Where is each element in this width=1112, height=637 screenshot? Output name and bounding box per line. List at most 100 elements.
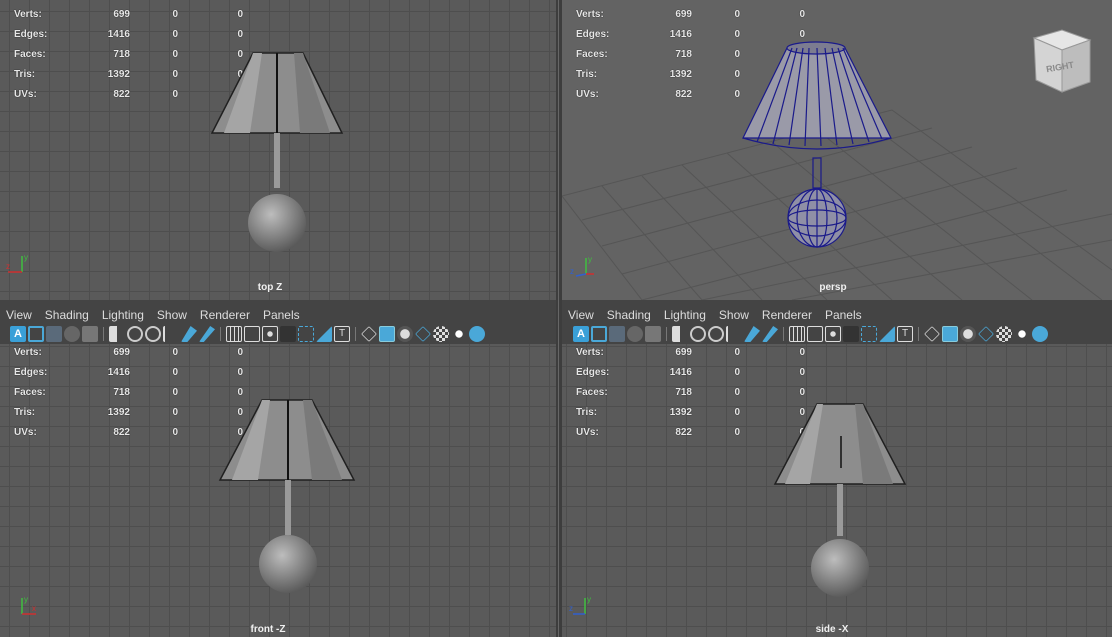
menu-lighting[interactable]: Lighting [102, 308, 144, 322]
svg-text:y: y [588, 255, 592, 264]
film-gate-icon[interactable] [672, 326, 688, 342]
menu-panels[interactable]: Panels [825, 308, 862, 322]
image-plane-icon[interactable] [627, 326, 643, 342]
xray-icon[interactable] [843, 326, 859, 342]
toolbar-separator [103, 327, 104, 341]
svg-text:z: z [6, 262, 10, 271]
hud-row: UVs:82200 [14, 426, 243, 438]
field-chart-icon[interactable] [244, 326, 260, 342]
grid-icon[interactable] [789, 326, 805, 342]
viewport-top[interactable]: Verts: 699 0 0 Edges: 1416 0 0 Faces: 718 0 0 Tri… [0, 0, 556, 300]
hud-row: Tris:139200 [14, 406, 243, 418]
wireframe-on-shaded-icon[interactable] [397, 326, 413, 342]
shadows-icon[interactable] [316, 326, 332, 342]
menu-view[interactable]: View [568, 308, 594, 322]
axis-gizmo: yz [6, 253, 28, 273]
shadows-icon[interactable] [996, 326, 1012, 342]
isolate-select-icon[interactable]: T [334, 326, 350, 342]
shadows-icon[interactable] [879, 326, 895, 342]
hud-row: Verts: 699 0 0 [14, 346, 243, 358]
resolution-gate-icon[interactable] [690, 326, 706, 342]
menu-shading[interactable]: Shading [45, 308, 89, 322]
isolate-select-icon[interactable] [1032, 326, 1048, 342]
gate-mask-icon[interactable] [145, 326, 161, 342]
wireframe-on-shaded-icon[interactable] [960, 326, 976, 342]
lamp-model[interactable] [200, 45, 360, 260]
menu-lighting[interactable]: Lighting [664, 308, 706, 322]
safe-action-icon[interactable] [163, 326, 179, 342]
use-all-lights-icon[interactable] [298, 326, 314, 342]
smooth-shade-icon[interactable] [379, 326, 395, 342]
xray-joints-icon[interactable] [825, 326, 841, 342]
hud-row: Edges: 1416 0 0 [576, 366, 805, 378]
vertical-pane-divider[interactable] [556, 0, 562, 637]
select-camera-icon[interactable]: A [10, 326, 26, 342]
smooth-shade-icon[interactable] [942, 326, 958, 342]
menu-renderer[interactable]: Renderer [200, 308, 250, 322]
safe-title-icon[interactable] [181, 326, 197, 342]
select-camera-icon[interactable]: A [573, 326, 589, 342]
field-chart-icon[interactable] [807, 326, 823, 342]
svg-text:y: y [24, 595, 28, 604]
lamp-model[interactable] [210, 392, 370, 607]
camera-attributes-icon[interactable] [591, 326, 607, 342]
safe-action-icon[interactable] [726, 326, 742, 342]
2d-pan-icon[interactable] [82, 326, 98, 342]
toolbar-separator [355, 327, 356, 341]
hud-row: Verts: 699 0 0 [576, 346, 805, 358]
panel-toolbar-side: A T [562, 324, 1112, 344]
panel-menubar-side: View Shading Lighting Show Renderer Pane… [562, 305, 1112, 324]
viewport-label: side -X [815, 624, 849, 635]
menu-view[interactable]: View [6, 308, 32, 322]
isolate-select-icon[interactable] [469, 326, 485, 342]
xray-icon[interactable] [415, 326, 431, 342]
grease-pencil-icon[interactable] [199, 326, 215, 342]
isolate-select-icon[interactable]: T [897, 326, 913, 342]
menu-panels[interactable]: Panels [263, 308, 300, 322]
viewport-label: top Z [257, 282, 283, 293]
wireframe-icon[interactable] [924, 326, 940, 342]
axis-gizmo: yz [569, 595, 591, 615]
toolbar-separator [666, 327, 667, 341]
wireframe-icon[interactable] [361, 326, 377, 342]
menu-renderer[interactable]: Renderer [762, 308, 812, 322]
menu-show[interactable]: Show [157, 308, 187, 322]
viewcube[interactable]: RIGHT [1032, 28, 1094, 99]
viewport-label: persp [819, 282, 847, 293]
menu-show[interactable]: Show [719, 308, 749, 322]
svg-text:z: z [570, 267, 574, 276]
xray-icon[interactable] [280, 326, 296, 342]
grid-icon[interactable] [226, 326, 242, 342]
2d-pan-icon[interactable] [645, 326, 661, 342]
xray-icon[interactable] [978, 326, 994, 342]
viewport-side[interactable]: Verts: 699 0 0 Edges: 1416 0 0 Faces: 718 0 0 Tri… [562, 344, 1112, 637]
axis-gizmo: yx [21, 595, 36, 615]
resolution-gate-icon[interactable] [127, 326, 143, 342]
svg-text:y: y [24, 253, 28, 262]
lamp-model[interactable] [765, 396, 925, 611]
film-gate-icon[interactable] [109, 326, 125, 342]
use-all-lights-icon[interactable] [451, 326, 467, 342]
bookmark-icon[interactable] [609, 326, 625, 342]
shadows-icon[interactable] [433, 326, 449, 342]
grease-pencil-icon[interactable] [762, 326, 778, 342]
hud-row: Faces:71800 [14, 386, 243, 398]
bookmark-icon[interactable] [46, 326, 62, 342]
viewport-front[interactable]: Verts: 699 0 0 Edges: 1416 0 0 Faces: 718 0 0 Tri… [0, 344, 556, 637]
toolbar-separator [918, 327, 919, 341]
maya-viewports: Verts: 699 0 0 Edges: 1416 0 0 Faces: 718 0 0 Tri… [0, 0, 1112, 637]
viewport-persp[interactable]: Verts:69900 Edges:141600 Faces:71800 Tri… [562, 0, 1112, 300]
lamp-model-selected[interactable] [737, 38, 897, 258]
gate-mask-icon[interactable] [708, 326, 724, 342]
menu-shading[interactable]: Shading [607, 308, 651, 322]
svg-text:y: y [587, 595, 591, 604]
use-all-lights-icon[interactable] [861, 326, 877, 342]
viewport-label: front -Z [250, 624, 286, 635]
safe-title-icon[interactable] [744, 326, 760, 342]
xray-joints-icon[interactable] [262, 326, 278, 342]
use-all-lights-icon[interactable] [1014, 326, 1030, 342]
image-plane-icon[interactable] [64, 326, 80, 342]
hud-row: Verts: 699 0 0 [576, 8, 805, 20]
panel-menubar-front: View Shading Lighting Show Renderer Pane… [0, 305, 556, 324]
camera-attributes-icon[interactable] [28, 326, 44, 342]
